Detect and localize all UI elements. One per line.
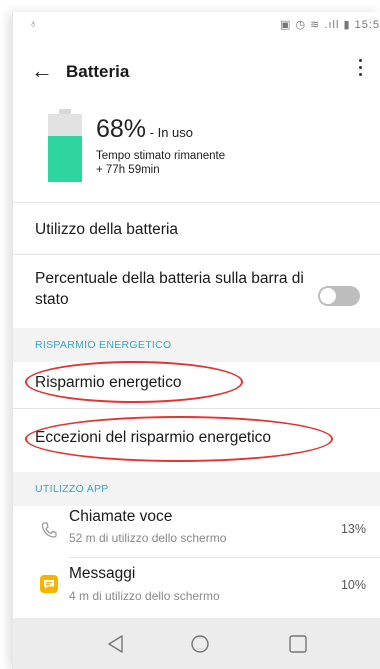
app-percent: 13% bbox=[340, 522, 366, 536]
battery-fill bbox=[48, 135, 82, 182]
estimate-value: + 77h 59min bbox=[96, 164, 160, 176]
power-saving-exceptions-item[interactable]: Eccezioni del risparmio energetico bbox=[35, 427, 271, 448]
percent-bar-label-line2: stato bbox=[35, 291, 69, 308]
divider bbox=[13, 254, 380, 255]
percent-bar-toggle[interactable] bbox=[318, 286, 360, 306]
estimate-label: Tempo stimato rimanente bbox=[96, 150, 226, 162]
section-label: RISPARMIO ENERGETICO bbox=[35, 339, 172, 351]
divider bbox=[13, 408, 380, 409]
battery-percent: 68% - In uso bbox=[96, 115, 193, 144]
battery-percent-value: 68% bbox=[96, 115, 147, 143]
app-bar: ← Batteria bbox=[13, 52, 380, 92]
more-options-icon[interactable] bbox=[350, 55, 370, 85]
back-arrow-icon[interactable]: ← bbox=[31, 58, 53, 84]
divider bbox=[13, 202, 380, 203]
battery-level-icon bbox=[48, 109, 82, 182]
app-name: Messaggi bbox=[69, 565, 136, 582]
section-header-power-saving: RISPARMIO ENERGETICO bbox=[13, 328, 380, 362]
app-name: Chiamate voce bbox=[69, 508, 173, 525]
status-right-icons: ▣ ◷ ≋ .ıll ▮ 15:5 bbox=[280, 19, 380, 31]
home-icon[interactable] bbox=[187, 631, 213, 657]
percent-bar-setting[interactable]: Percentuale della batteria sulla barra d… bbox=[35, 268, 304, 310]
app-percent: 10% bbox=[340, 578, 366, 592]
power-saving-item[interactable]: Risparmio energetico bbox=[35, 372, 181, 393]
phone-icon bbox=[41, 522, 57, 538]
message-icon bbox=[40, 575, 58, 593]
recent-apps-icon[interactable] bbox=[285, 631, 311, 657]
phone-screen: ♁ ▣ ◷ ≋ .ıll ▮ 15:5 ← Batteria 68% - In … bbox=[12, 12, 380, 669]
back-icon[interactable] bbox=[103, 631, 129, 657]
page-title: Batteria bbox=[66, 62, 130, 81]
section-header-app-usage: UTILIZZO APP bbox=[13, 472, 380, 506]
navigation-bar bbox=[13, 618, 380, 669]
section-label: UTILIZZO APP bbox=[35, 483, 109, 495]
battery-state: - In uso bbox=[146, 125, 194, 140]
battery-usage-item[interactable]: Utilizzo della batteria bbox=[35, 219, 178, 240]
status-bar: ♁ ▣ ◷ ≋ .ıll ▮ 15:5 bbox=[13, 12, 380, 40]
divider bbox=[69, 557, 380, 558]
percent-bar-label-line1: Percentuale della batteria sulla barra d… bbox=[35, 270, 304, 287]
status-left-icons: ♁ bbox=[29, 18, 38, 30]
app-usage-detail: 4 m di utilizzo dello schermo bbox=[69, 589, 220, 603]
app-usage-detail: 52 m di utilizzo dello schermo bbox=[69, 531, 227, 545]
